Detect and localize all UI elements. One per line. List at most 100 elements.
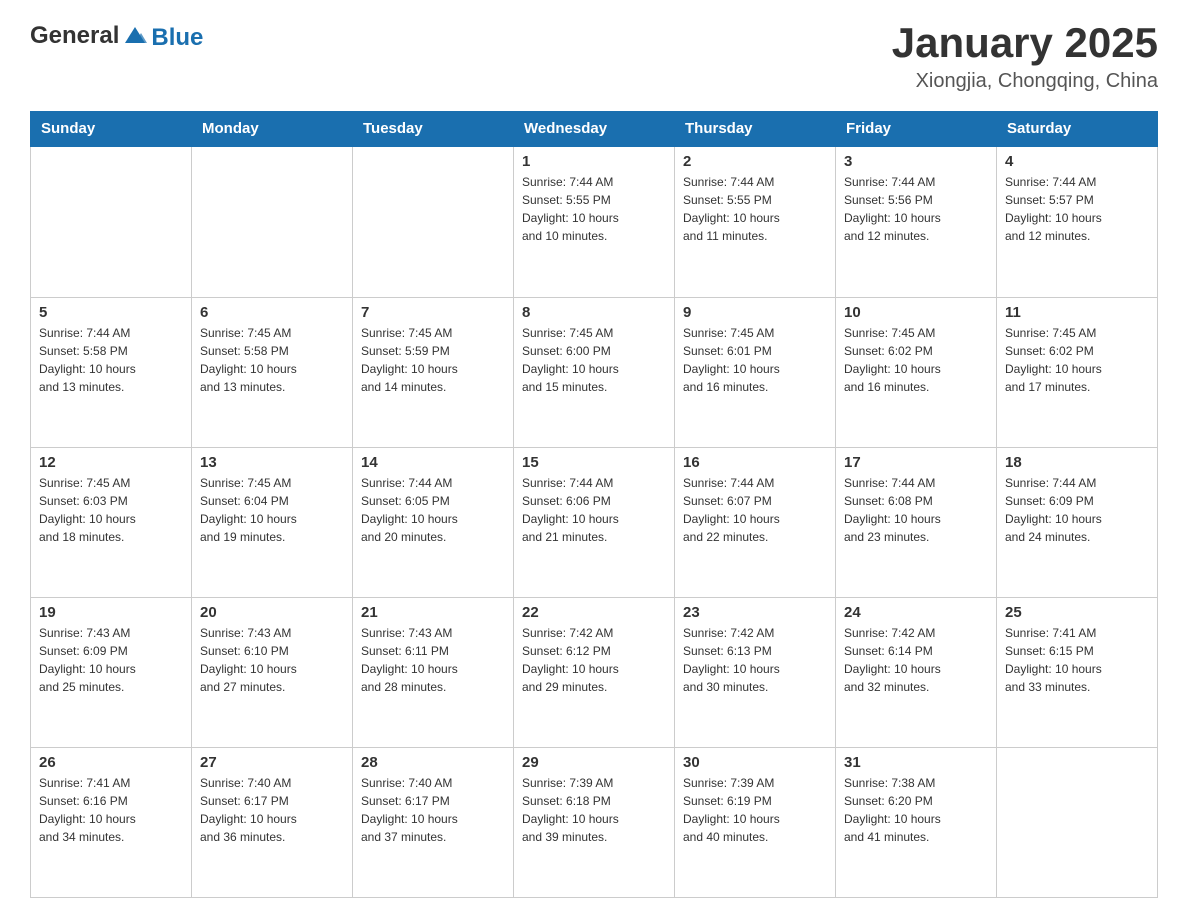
day-number: 1	[522, 153, 666, 170]
calendar-cell	[31, 146, 192, 297]
calendar-cell: 10 Sunrise: 7:45 AMSunset: 6:02 PMDayligh…	[836, 297, 997, 447]
calendar-cell: 21 Sunrise: 7:43 AMSunset: 6:11 PMDayligh…	[353, 597, 514, 747]
col-monday: Monday	[192, 112, 353, 147]
day-info: Sunrise: 7:44 AMSunset: 6:09 PMDaylight:…	[1005, 474, 1149, 546]
calendar-cell: 17 Sunrise: 7:44 AMSunset: 6:08 PMDayligh…	[836, 447, 997, 597]
calendar-header-row: Sunday Monday Tuesday Wednesday Thursday…	[31, 112, 1158, 147]
day-number: 9	[683, 304, 827, 321]
day-info: Sunrise: 7:39 AMSunset: 6:18 PMDaylight:…	[522, 774, 666, 846]
calendar-cell: 31 Sunrise: 7:38 AMSunset: 6:20 PMDayligh…	[836, 747, 997, 897]
calendar-cell	[353, 146, 514, 297]
col-saturday: Saturday	[997, 112, 1158, 147]
day-info: Sunrise: 7:38 AMSunset: 6:20 PMDaylight:…	[844, 774, 988, 846]
calendar-cell	[997, 747, 1158, 897]
day-info: Sunrise: 7:45 AMSunset: 5:59 PMDaylight:…	[361, 324, 505, 396]
calendar-cell: 2 Sunrise: 7:44 AMSunset: 5:55 PMDaylight…	[675, 146, 836, 297]
day-info: Sunrise: 7:42 AMSunset: 6:13 PMDaylight:…	[683, 624, 827, 696]
day-info: Sunrise: 7:43 AMSunset: 6:11 PMDaylight:…	[361, 624, 505, 696]
title-block: January 2025 Xiongjia, Chongqing, China	[892, 20, 1158, 93]
day-info: Sunrise: 7:43 AMSunset: 6:10 PMDaylight:…	[200, 624, 344, 696]
calendar-cell: 7 Sunrise: 7:45 AMSunset: 5:59 PMDaylight…	[353, 297, 514, 447]
day-info: Sunrise: 7:41 AMSunset: 6:15 PMDaylight:…	[1005, 624, 1149, 696]
location: Xiongjia, Chongqing, China	[892, 70, 1158, 93]
day-number: 10	[844, 304, 988, 321]
day-number: 22	[522, 604, 666, 621]
day-number: 8	[522, 304, 666, 321]
calendar-cell: 3Sunrise: 7:44 AMSunset: 5:56 PMDaylight…	[836, 146, 997, 297]
day-info: Sunrise: 7:44 AMSunset: 5:58 PMDaylight:…	[39, 324, 183, 396]
day-info: Sunrise: 7:40 AMSunset: 6:17 PMDaylight:…	[361, 774, 505, 846]
day-number: 13	[200, 454, 344, 471]
day-number: 18	[1005, 454, 1149, 471]
day-number: 27	[200, 754, 344, 771]
calendar-cell: 11Sunrise: 7:45 AMSunset: 6:02 PMDayligh…	[997, 297, 1158, 447]
calendar-week-row: 19 Sunrise: 7:43 AMSunset: 6:09 PMDayligh…	[31, 597, 1158, 747]
day-info: Sunrise: 7:41 AMSunset: 6:16 PMDaylight:…	[39, 774, 183, 846]
col-tuesday: Tuesday	[353, 112, 514, 147]
calendar-cell: 8 Sunrise: 7:45 AMSunset: 6:00 PMDaylight…	[514, 297, 675, 447]
day-number: 31	[844, 754, 988, 771]
calendar-cell: 28 Sunrise: 7:40 AMSunset: 6:17 PMDayligh…	[353, 747, 514, 897]
day-number: 21	[361, 604, 505, 621]
day-number: 23	[683, 604, 827, 621]
calendar-cell: 25Sunrise: 7:41 AMSunset: 6:15 PMDayligh…	[997, 597, 1158, 747]
day-number: 26	[39, 754, 183, 771]
day-number: 19	[39, 604, 183, 621]
calendar-week-row: 1 Sunrise: 7:44 AMSunset: 5:55 PMDaylight…	[31, 146, 1158, 297]
day-info: Sunrise: 7:45 AMSunset: 6:04 PMDaylight:…	[200, 474, 344, 546]
day-info: Sunrise: 7:44 AMSunset: 6:05 PMDaylight:…	[361, 474, 505, 546]
calendar-cell: 18 Sunrise: 7:44 AMSunset: 6:09 PMDayligh…	[997, 447, 1158, 597]
calendar-cell: 15 Sunrise: 7:44 AMSunset: 6:06 PMDayligh…	[514, 447, 675, 597]
logo-blue: Blue	[151, 24, 203, 52]
calendar-cell: 26 Sunrise: 7:41 AMSunset: 6:16 PMDayligh…	[31, 747, 192, 897]
calendar-cell: 14Sunrise: 7:44 AMSunset: 6:05 PMDayligh…	[353, 447, 514, 597]
calendar-cell: 23 Sunrise: 7:42 AMSunset: 6:13 PMDayligh…	[675, 597, 836, 747]
logo-general: General	[30, 22, 119, 50]
day-number: 16	[683, 454, 827, 471]
day-info: Sunrise: 7:44 AMSunset: 5:55 PMDaylight:…	[522, 173, 666, 245]
calendar-table: Sunday Monday Tuesday Wednesday Thursday…	[30, 111, 1158, 898]
col-wednesday: Wednesday	[514, 112, 675, 147]
calendar-cell: 9Sunrise: 7:45 AMSunset: 6:01 PMDaylight…	[675, 297, 836, 447]
calendar-cell: 5Sunrise: 7:44 AMSunset: 5:58 PMDaylight…	[31, 297, 192, 447]
day-info: Sunrise: 7:44 AMSunset: 6:08 PMDaylight:…	[844, 474, 988, 546]
logo-icon	[121, 21, 149, 49]
calendar-cell: 22 Sunrise: 7:42 AMSunset: 6:12 PMDayligh…	[514, 597, 675, 747]
day-number: 30	[683, 754, 827, 771]
day-number: 29	[522, 754, 666, 771]
day-info: Sunrise: 7:45 AMSunset: 6:03 PMDaylight:…	[39, 474, 183, 546]
day-info: Sunrise: 7:42 AMSunset: 6:14 PMDaylight:…	[844, 624, 988, 696]
day-info: Sunrise: 7:40 AMSunset: 6:17 PMDaylight:…	[200, 774, 344, 846]
day-number: 7	[361, 304, 505, 321]
calendar-week-row: 5Sunrise: 7:44 AMSunset: 5:58 PMDaylight…	[31, 297, 1158, 447]
calendar-cell: 12Sunrise: 7:45 AMSunset: 6:03 PMDayligh…	[31, 447, 192, 597]
day-info: Sunrise: 7:44 AMSunset: 6:07 PMDaylight:…	[683, 474, 827, 546]
day-number: 2	[683, 153, 827, 170]
calendar-cell: 13 Sunrise: 7:45 AMSunset: 6:04 PMDayligh…	[192, 447, 353, 597]
month-year: January 2025	[892, 20, 1158, 66]
day-info: Sunrise: 7:45 AMSunset: 6:02 PMDaylight:…	[844, 324, 988, 396]
day-info: Sunrise: 7:44 AMSunset: 6:06 PMDaylight:…	[522, 474, 666, 546]
day-number: 15	[522, 454, 666, 471]
day-info: Sunrise: 7:45 AMSunset: 5:58 PMDaylight:…	[200, 324, 344, 396]
calendar-cell: 16 Sunrise: 7:44 AMSunset: 6:07 PMDayligh…	[675, 447, 836, 597]
header: General Blue January 2025 Xiongjia, Chon…	[30, 20, 1158, 93]
day-info: Sunrise: 7:45 AMSunset: 6:00 PMDaylight:…	[522, 324, 666, 396]
day-info: Sunrise: 7:44 AMSunset: 5:57 PMDaylight:…	[1005, 173, 1149, 245]
day-info: Sunrise: 7:44 AMSunset: 5:55 PMDaylight:…	[683, 173, 827, 245]
day-info: Sunrise: 7:42 AMSunset: 6:12 PMDaylight:…	[522, 624, 666, 696]
day-number: 20	[200, 604, 344, 621]
col-thursday: Thursday	[675, 112, 836, 147]
day-number: 17	[844, 454, 988, 471]
calendar-cell: 19 Sunrise: 7:43 AMSunset: 6:09 PMDayligh…	[31, 597, 192, 747]
logo: General Blue	[30, 20, 203, 52]
day-number: 28	[361, 754, 505, 771]
day-number: 3	[844, 153, 988, 170]
calendar-cell: 1 Sunrise: 7:44 AMSunset: 5:55 PMDaylight…	[514, 146, 675, 297]
day-info: Sunrise: 7:39 AMSunset: 6:19 PMDaylight:…	[683, 774, 827, 846]
calendar-cell: 29 Sunrise: 7:39 AMSunset: 6:18 PMDayligh…	[514, 747, 675, 897]
day-info: Sunrise: 7:45 AMSunset: 6:02 PMDaylight:…	[1005, 324, 1149, 396]
day-info: Sunrise: 7:43 AMSunset: 6:09 PMDaylight:…	[39, 624, 183, 696]
col-sunday: Sunday	[31, 112, 192, 147]
col-friday: Friday	[836, 112, 997, 147]
